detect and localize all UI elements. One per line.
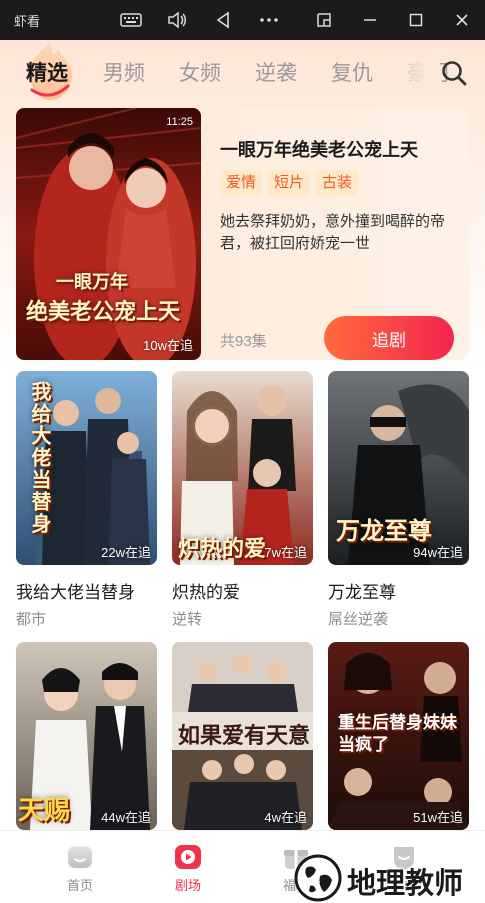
drama-card-poster[interactable]: 重生后替身妹妹当疯了 51w在追 [328,642,469,830]
card-title[interactable]: 万龙至尊 [328,578,396,603]
featured-title[interactable]: 一眼万年绝美老公宠上天 [220,136,418,162]
card-title[interactable]: 炽热的爱 [172,578,240,603]
volume-icon[interactable] [164,8,190,32]
globe-icon [294,854,342,902]
card-genre: 屌丝逆袭 [328,611,389,628]
featured-tag: 短片 [268,170,311,196]
poster-title-line2: 绝美老公宠上天 [26,299,181,325]
featured-tag: 爱情 [220,170,263,196]
nav-home[interactable]: 首页 [50,843,110,894]
home-icon [68,846,92,868]
nav-theater[interactable]: 剧场 [158,843,218,894]
featured-tag: 古装 [316,170,359,196]
featured-episode-count: 共93集 [220,333,267,350]
watermark-text: 地理教师 [347,866,464,900]
poster-time: 11:25 [166,116,193,128]
nav-theater-label: 剧场 [174,878,201,893]
card-follow-count: 94w在追 [413,545,463,560]
tab-nvpin[interactable]: 女频 [179,57,221,87]
tabs-fade [380,50,440,90]
minimize-icon[interactable] [357,8,383,32]
card-follow-count: 51w在追 [413,810,463,825]
pip-icon[interactable] [311,8,337,32]
drama-card-poster[interactable]: 天赐 44w在追 [16,642,157,830]
card-follow-count: 22w在追 [101,545,151,560]
tab-jingxuan[interactable]: 精选 [26,57,68,87]
more-icon[interactable] [256,8,282,32]
card-genre: 都市 [16,611,47,628]
search-icon[interactable] [440,59,468,87]
card-poster-text: 重生后替身妹妹当疯了 [338,713,457,755]
poster-title-line1: 一眼万年 [56,272,128,293]
card-poster-text: 如果爱有天意 [178,723,311,749]
maximize-icon[interactable] [403,8,429,32]
featured-poster[interactable]: 11:25 一眼万年 绝美老公宠上天 10w在追 [16,108,201,360]
drama-card-poster[interactable]: 万龙至尊 94w在追 [328,371,469,565]
keyboard-icon[interactable] [118,8,144,32]
drama-card-poster[interactable]: 如果爱有天意 4w在追 [172,642,313,830]
tab-nixi[interactable]: 逆袭 [255,57,297,87]
watermark: 地理教师 [292,852,482,902]
card-poster-text: 天赐 [18,796,71,826]
close-icon[interactable] [449,8,475,32]
card-follow-count: 44w在追 [101,810,151,825]
card-genre: 逆转 [172,611,203,628]
card-follow-count: 4w在追 [264,810,307,825]
drama-card-poster[interactable]: 炽热的爱 7w在追 [172,371,313,565]
theater-play-icon [175,845,201,869]
card-title[interactable]: 我给大佬当替身 [16,578,135,603]
window-title: 虾看 [14,13,41,29]
tab-nanpin[interactable]: 男频 [103,57,145,87]
back-triangle-icon[interactable] [210,8,236,32]
drama-card-poster[interactable]: 我给大佬当替身 22w在追 [16,371,157,565]
featured-description: 她去祭拜奶奶，意外撞到喝醉的帝君，被扛回府娇宠一世 [220,213,446,252]
poster-follow-count: 10w在追 [143,338,193,353]
card-poster-text: 我给大佬当替身 [28,381,52,535]
card-follow-count: 7w在追 [264,545,307,560]
nav-home-label: 首页 [66,878,93,893]
card-poster-text: 炽热的爱 [178,536,267,562]
card-poster-text: 万龙至尊 [336,516,432,545]
follow-drama-button[interactable]: 追剧 [324,316,454,360]
tab-fuchou[interactable]: 复仇 [331,57,373,87]
